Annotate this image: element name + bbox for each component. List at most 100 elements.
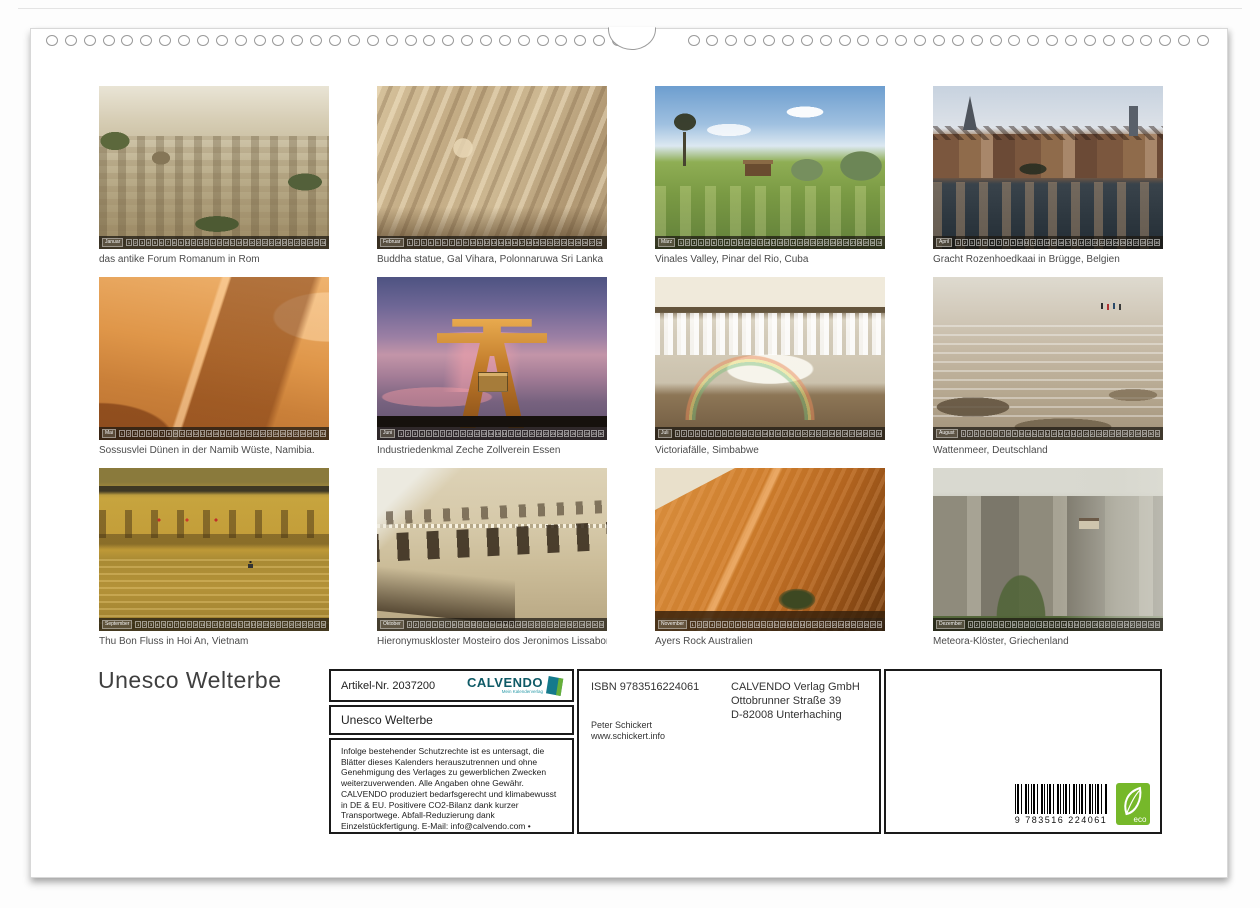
day-cell: 19: [522, 621, 527, 628]
day-cell: 26: [288, 239, 293, 246]
day-cell: 23: [822, 430, 828, 437]
photo-decor: [377, 521, 607, 562]
binding-hole: [990, 35, 1002, 46]
day-cell: 4: [695, 430, 701, 437]
month-strip: August1234567891011121314151617181920212…: [933, 427, 1163, 440]
backing-sheet-edge: [18, 8, 1242, 9]
binding-hole: [1140, 35, 1152, 46]
day-cell: 19: [240, 430, 246, 437]
day-cell: 5: [986, 430, 991, 437]
day-cell: 20: [1085, 239, 1091, 246]
photo-decor: [377, 499, 607, 525]
day-cell: 22: [1096, 430, 1101, 437]
month-strip: März123456789101112131415161718192021222…: [655, 236, 885, 249]
binding-hole: [499, 35, 511, 46]
calendar-title-cell: Unesco Welterbe: [329, 705, 574, 735]
day-cell: 9: [1018, 621, 1023, 628]
binding-hole: [235, 35, 247, 46]
month-label: Dezember: [936, 620, 965, 629]
day-cell: 19: [1078, 239, 1084, 246]
day-cell: 3: [132, 430, 138, 437]
day-cell: 20: [257, 621, 262, 628]
day-cell: 27: [850, 239, 856, 246]
day-cell: 25: [1116, 430, 1121, 437]
day-cell: 3: [691, 239, 697, 246]
calendar-month-cell: August1234567891011121314151617181920212…: [933, 277, 1163, 456]
day-cell: 11: [1025, 430, 1030, 437]
month-label: Oktober: [380, 620, 404, 629]
month-strip: April12345678910111213141516171819202122…: [933, 236, 1163, 249]
day-cell: 20: [528, 621, 533, 628]
day-cell: 6: [989, 239, 995, 246]
day-cell: 3: [148, 621, 153, 628]
day-cell: 29: [1142, 430, 1147, 437]
day-cell: 1: [135, 621, 140, 628]
day-cell: 30: [1148, 430, 1153, 437]
day-cell: 7: [999, 430, 1004, 437]
day-cell: 13: [1038, 430, 1043, 437]
binding-hole: [706, 35, 718, 46]
day-cell: 6: [439, 621, 444, 628]
day-cell: 24: [273, 430, 279, 437]
day-cell: 10: [464, 621, 469, 628]
day-cell: 5: [705, 239, 711, 246]
day-cell: 2: [126, 430, 132, 437]
day-cell: 12: [748, 430, 754, 437]
day-cell: 11: [471, 621, 476, 628]
day-cell: 8: [1006, 430, 1011, 437]
binding-hole: [348, 35, 360, 46]
day-cell: 15: [771, 239, 777, 246]
calendar-month-cell: April12345678910111213141516171819202122…: [933, 86, 1163, 265]
day-cell: 25: [1120, 239, 1126, 246]
binding-hole: [121, 35, 133, 46]
day-cell: 7: [445, 621, 450, 628]
day-cell: 2: [133, 239, 138, 246]
calendar-month-cell: Januar1234567891011121314151617181920212…: [99, 86, 329, 265]
day-cell: 27: [857, 621, 862, 628]
day-cell: 5: [152, 239, 157, 246]
day-cell: 12: [1030, 239, 1036, 246]
day-cell: 30: [1154, 239, 1160, 246]
day-cell: 24: [830, 239, 836, 246]
binding-hole: [744, 35, 756, 46]
day-cell: 12: [1036, 621, 1041, 628]
day-cell: 16: [775, 430, 781, 437]
month-strip: Februar123456789101112131415161718192021…: [377, 236, 607, 249]
photo-decor: [377, 416, 607, 427]
day-cell: 6: [993, 430, 998, 437]
day-cell: 15: [1051, 239, 1057, 246]
day-cell: 18: [1074, 621, 1079, 628]
binding-hole: [537, 35, 549, 46]
day-cell: 27: [1129, 430, 1134, 437]
day-cell: 21: [819, 621, 824, 628]
month-days: 1234567891011121314151617181920212223242…: [961, 430, 1160, 437]
day-cell: 1: [968, 621, 973, 628]
photographer-url: www.schickert.info: [591, 731, 723, 742]
binding-hole: [84, 35, 96, 46]
day-cell: 11: [744, 239, 750, 246]
day-cell: 8: [456, 239, 462, 246]
photo-caption: Sossusvlei Dünen in der Namib Wüste, Nam…: [99, 445, 329, 456]
month-label: März: [658, 238, 675, 247]
day-cell: 14: [488, 430, 494, 437]
day-cell: 18: [1071, 430, 1076, 437]
day-cell: 20: [246, 430, 252, 437]
day-cell: 5: [432, 621, 437, 628]
month-days: 1234567891011121314151617181920212223242…: [407, 239, 604, 246]
binding-hole: [876, 35, 888, 46]
barcode-number: 9 783516 224061: [1013, 815, 1109, 825]
day-cell: 23: [547, 621, 552, 628]
photo-decor: [963, 96, 977, 130]
day-cell: 30: [877, 621, 882, 628]
day-cell: 31: [320, 430, 326, 437]
day-cell: 29: [1142, 621, 1147, 628]
day-cell: 3: [412, 430, 418, 437]
day-cell: 5: [982, 239, 988, 246]
day-cell: 18: [800, 621, 805, 628]
day-cell: 19: [1080, 621, 1085, 628]
day-cell: 16: [787, 621, 792, 628]
day-cell: 26: [582, 239, 588, 246]
day-cell: 16: [777, 239, 783, 246]
day-cell: 17: [238, 621, 243, 628]
binding-hole: [291, 35, 303, 46]
